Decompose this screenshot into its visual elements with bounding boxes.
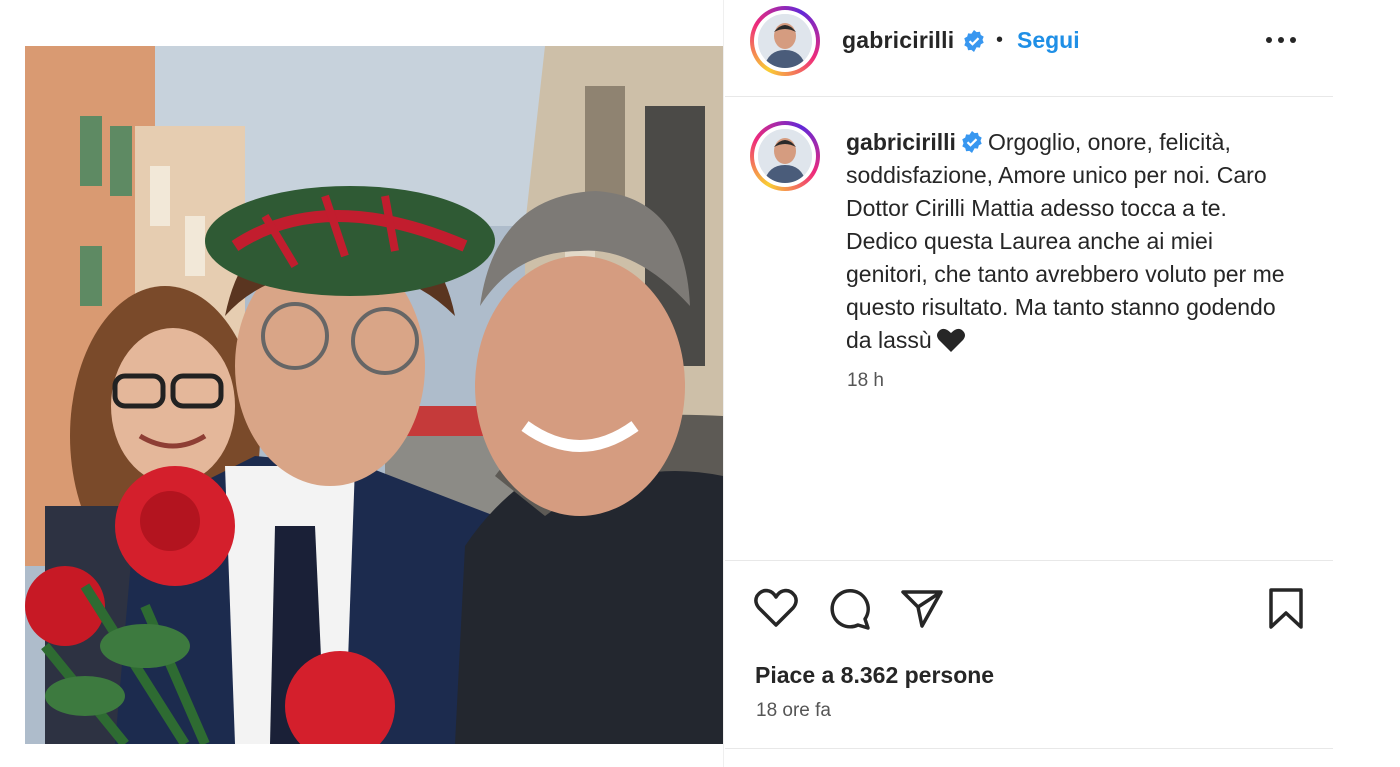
post-photo-image <box>25 46 723 744</box>
header-avatar[interactable] <box>750 6 820 76</box>
likes-count[interactable]: Piace a 8.362 persone <box>755 662 994 689</box>
caption-avatar[interactable] <box>750 121 820 191</box>
black-heart-icon <box>936 328 965 352</box>
post-photo[interactable] <box>25 46 723 744</box>
caption-text: Orgoglio, onore, felicità, soddisfazione… <box>846 129 1285 353</box>
bookmark-icon <box>1269 588 1303 629</box>
heart-outline-icon <box>754 588 798 627</box>
avatar-image <box>758 14 812 68</box>
caption-timestamp[interactable]: 18 h <box>847 370 884 392</box>
post-timestamp[interactable]: 18 ore fa <box>756 700 831 722</box>
follow-button[interactable]: Segui <box>1017 27 1080 54</box>
footer-divider <box>725 748 1333 749</box>
verified-badge-icon <box>964 30 984 52</box>
like-button[interactable] <box>753 587 799 629</box>
comment-icon <box>830 589 870 630</box>
vertical-divider <box>723 0 724 767</box>
header-divider <box>725 96 1333 97</box>
header-username[interactable]: gabricirilli <box>842 27 954 54</box>
verified-badge-icon <box>962 131 982 153</box>
post-caption: gabricirilli Orgoglio, onore, felicità, … <box>846 126 1286 357</box>
header-separator: • <box>996 29 1004 51</box>
post-side-panel <box>723 0 1333 767</box>
caption-username[interactable]: gabricirilli <box>846 129 956 155</box>
save-button[interactable] <box>1266 587 1306 631</box>
actions-divider <box>725 560 1333 561</box>
comment-button[interactable] <box>827 587 873 631</box>
avatar-image <box>758 129 812 183</box>
share-button[interactable] <box>900 587 944 629</box>
send-icon <box>901 590 943 628</box>
more-options-icon[interactable] <box>1264 26 1298 54</box>
